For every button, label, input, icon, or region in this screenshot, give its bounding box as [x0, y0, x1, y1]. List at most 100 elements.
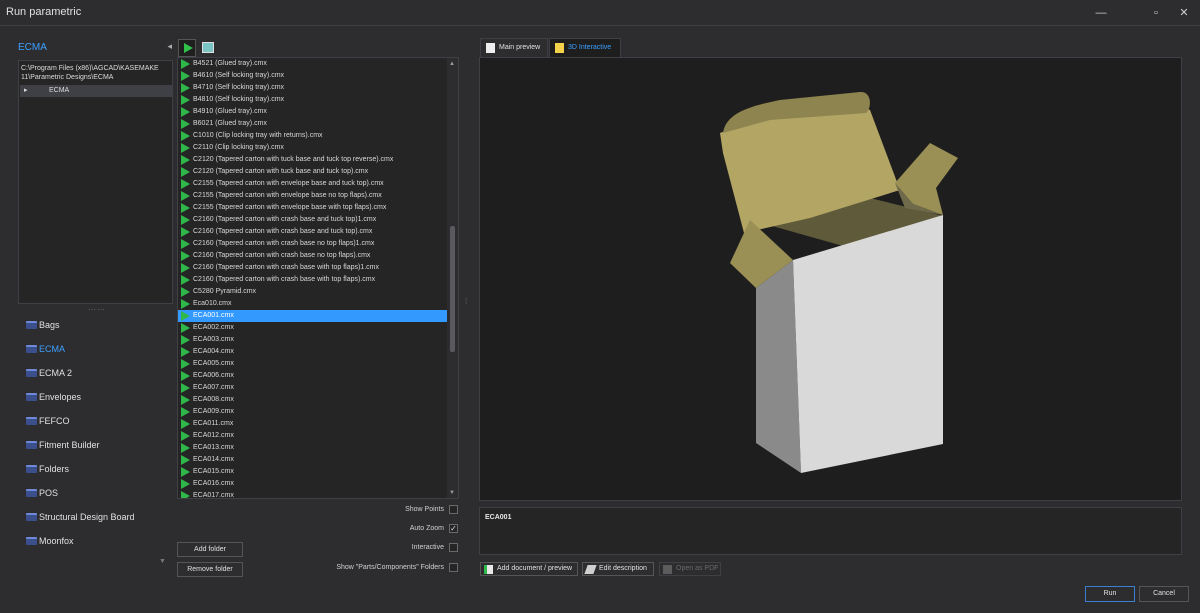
edit-description-button[interactable]: Edit description	[582, 562, 654, 576]
interactive-option[interactable]: Interactive	[300, 543, 458, 555]
file-list-item[interactable]: ECA012.cmx	[178, 430, 448, 442]
expand-arrow-icon[interactable]: ▸	[24, 86, 28, 94]
remove-folder-button[interactable]: Remove folder	[177, 562, 243, 577]
tree-node-label: ECMA	[49, 87, 70, 94]
3d-preview-viewport[interactable]	[479, 57, 1182, 501]
run-icon	[181, 371, 190, 381]
file-list-item[interactable]: C2160 (Tapered carton with crash base wi…	[178, 262, 448, 274]
splitter-handle[interactable]: ⋯⋯	[88, 305, 106, 314]
add-document-label: Add document / preview	[497, 565, 573, 572]
close-icon[interactable]: ✕	[1173, 3, 1195, 23]
file-list-item[interactable]: ECA001.cmx	[178, 310, 448, 322]
file-name: C2155 (Tapered carton with envelope base…	[193, 192, 382, 199]
tab-main-preview[interactable]: Main preview	[480, 38, 548, 57]
vertical-splitter-handle[interactable]: ⁞	[465, 298, 469, 306]
file-list-item[interactable]: ECA009.cmx	[178, 406, 448, 418]
tab-3d-interactive[interactable]: 3D Interactive	[549, 38, 621, 57]
file-list-item[interactable]: C1010 (Clip locking tray with returns).c…	[178, 130, 448, 142]
file-list-item[interactable]: C2155 (Tapered carton with envelope base…	[178, 202, 448, 214]
file-list-item[interactable]: ECA011.cmx	[178, 418, 448, 430]
file-list-item[interactable]: B4610 (Self locking tray).cmx	[178, 70, 448, 82]
scroll-down-icon[interactable]: ▼	[449, 490, 455, 496]
file-list-item[interactable]: ECA016.cmx	[178, 478, 448, 490]
interactive-checkbox[interactable]	[449, 543, 458, 552]
run-icon	[181, 95, 190, 105]
category-item-envelopes[interactable]: Envelopes	[18, 386, 173, 410]
title-bar: Run parametric — ▫ ✕	[0, 0, 1200, 26]
file-list-item[interactable]: C2155 (Tapered carton with envelope base…	[178, 178, 448, 190]
file-name: B4710 (Self locking tray).cmx	[193, 84, 285, 91]
file-list-item[interactable]: B4521 (Glued tray).cmx	[178, 58, 448, 70]
file-list-item[interactable]: ECA013.cmx	[178, 442, 448, 454]
file-list-item[interactable]: ECA002.cmx	[178, 322, 448, 334]
run-icon	[181, 323, 190, 333]
box-3d-model[interactable]	[480, 58, 1181, 500]
run-icon	[181, 443, 190, 453]
category-item-pos[interactable]: POS	[18, 482, 173, 506]
file-name: Eca010.cmx	[193, 300, 232, 307]
file-list-item[interactable]: C2160 (Tapered carton with crash base no…	[178, 250, 448, 262]
file-list-item[interactable]: ECA003.cmx	[178, 334, 448, 346]
file-list-item[interactable]: B4710 (Self locking tray).cmx	[178, 82, 448, 94]
category-label: ECMA 2	[39, 368, 73, 378]
show-points-checkbox[interactable]	[449, 505, 458, 514]
file-list-item[interactable]: ECA008.cmx	[178, 394, 448, 406]
run-icon	[181, 491, 190, 498]
file-list-item[interactable]: C2160 (Tapered carton with crash base no…	[178, 238, 448, 250]
file-list-item[interactable]: C2155 (Tapered carton with envelope base…	[178, 190, 448, 202]
run-icon[interactable]	[178, 39, 196, 57]
file-list-item[interactable]: ECA004.cmx	[178, 346, 448, 358]
run-button[interactable]: Run	[1085, 586, 1135, 602]
collapse-icon[interactable]: ◂	[167, 41, 172, 52]
open-pdf-button[interactable]: Open as PDF	[659, 562, 721, 576]
file-name: B4521 (Glued tray).cmx	[193, 60, 267, 67]
file-list-item[interactable]: C2110 (Clip locking tray).cmx	[178, 142, 448, 154]
category-item-fitment-builder[interactable]: Fitment Builder	[18, 434, 173, 458]
vertical-scrollbar[interactable]: ▲ ▼	[447, 58, 458, 498]
file-list-item[interactable]: C5280 Pyramid.cmx	[178, 286, 448, 298]
category-item-moonfox[interactable]: Moonfox	[18, 530, 173, 554]
minimize-icon[interactable]: —	[1090, 3, 1112, 23]
file-list[interactable]: B4521 (Glued tray).cmx B4610 (Self lockin…	[177, 57, 459, 499]
file-name: ECA012.cmx	[193, 432, 234, 439]
scroll-up-icon[interactable]: ▲	[449, 61, 455, 67]
file-list-item[interactable]: C2120 (Tapered carton with tuck base and…	[178, 166, 448, 178]
file-list-item[interactable]: ECA005.cmx	[178, 358, 448, 370]
file-list-item[interactable]: C2160 (Tapered carton with crash base an…	[178, 226, 448, 238]
category-item-ecma-2[interactable]: ECMA 2	[18, 362, 173, 386]
auto-zoom-checkbox[interactable]: ✓	[449, 524, 458, 533]
file-list-item[interactable]: ECA014.cmx	[178, 454, 448, 466]
scrollbar-thumb[interactable]	[450, 226, 455, 352]
add-folder-button[interactable]: Add folder	[177, 542, 243, 557]
file-list-item[interactable]: C2120 (Tapered carton with tuck base and…	[178, 154, 448, 166]
maximize-icon[interactable]: ▫	[1145, 3, 1167, 23]
category-item-structural-design-board[interactable]: Structural Design Board	[18, 506, 173, 530]
file-list-item[interactable]: Eca010.cmx	[178, 298, 448, 310]
file-list-item[interactable]: B4910 (Glued tray).cmx	[178, 106, 448, 118]
category-item-fefco[interactable]: FEFCO	[18, 410, 173, 434]
auto-zoom-option[interactable]: Auto Zoom ✓	[300, 524, 458, 536]
show-parts-option[interactable]: Show "Parts/Components" Folders	[300, 563, 458, 575]
tree-node-ecma[interactable]: ▸ ECMA	[20, 85, 172, 97]
file-list-item[interactable]: ECA007.cmx	[178, 382, 448, 394]
file-list-item[interactable]: ECA006.cmx	[178, 370, 448, 382]
category-item-ecma[interactable]: ECMA	[18, 338, 173, 362]
folder-tree[interactable]: C:\Program Files (x86)\AGCAD\KASEMAKE 11…	[18, 60, 173, 304]
category-item-folders[interactable]: Folders	[18, 458, 173, 482]
file-list-item[interactable]: C2160 (Tapered carton with crash base an…	[178, 214, 448, 226]
folder-icon	[26, 465, 37, 473]
run-icon	[181, 107, 190, 117]
category-item-bags[interactable]: Bags	[18, 314, 173, 338]
file-list-item[interactable]: B6021 (Glued tray).cmx	[178, 118, 448, 130]
show-parts-checkbox[interactable]	[449, 563, 458, 572]
scroll-down-icon[interactable]: ▼	[159, 558, 166, 565]
file-list-item[interactable]: B4810 (Self locking tray).cmx	[178, 94, 448, 106]
add-document-button[interactable]: Add document / preview	[480, 562, 578, 576]
image-preview-icon[interactable]	[202, 42, 214, 53]
file-list-item[interactable]: C2160 (Tapered carton with crash base wi…	[178, 274, 448, 286]
folder-icon	[26, 537, 37, 545]
show-points-option[interactable]: Show Points	[300, 505, 458, 517]
cancel-button[interactable]: Cancel	[1139, 586, 1189, 602]
file-list-item[interactable]: ECA015.cmx	[178, 466, 448, 478]
file-list-item[interactable]: ECA017.cmx	[178, 490, 448, 498]
